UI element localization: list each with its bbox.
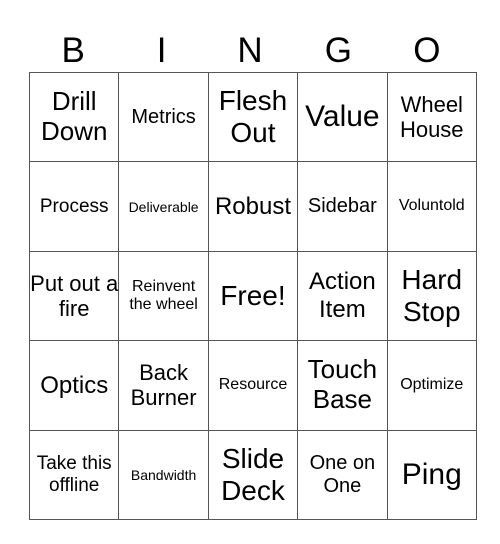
bingo-cell[interactable]: Wheel House bbox=[386, 71, 477, 163]
bingo-cell[interactable]: Robust bbox=[207, 161, 299, 252]
header-letter-o: O bbox=[413, 31, 441, 70]
bingo-cell[interactable]: Back Burner bbox=[118, 340, 209, 431]
bingo-cell[interactable]: Hard Stop bbox=[386, 250, 477, 342]
grid-row: Take this offline Bandwidth Slide Deck O… bbox=[28, 429, 477, 520]
grid-row: Put out a fire Reinvent the wheel Free! … bbox=[28, 250, 477, 342]
bingo-cell[interactable]: Value bbox=[297, 71, 388, 163]
bingo-grid: Drill Down Metrics Flesh Out Value Wheel… bbox=[28, 71, 477, 520]
grid-row: Drill Down Metrics Flesh Out Value Wheel… bbox=[28, 71, 477, 163]
bingo-cell[interactable]: Drill Down bbox=[28, 71, 120, 163]
free-space-cell[interactable]: Free! bbox=[207, 250, 299, 342]
bingo-cell[interactable]: Optimize bbox=[386, 340, 477, 431]
bingo-cell[interactable]: Touch Base bbox=[297, 340, 388, 431]
bingo-cell[interactable]: Put out a fire bbox=[28, 250, 120, 342]
bingo-cell[interactable]: Resource bbox=[207, 340, 299, 431]
bingo-cell[interactable]: Take this offline bbox=[28, 429, 120, 520]
bingo-cell[interactable]: Action Item bbox=[297, 250, 388, 342]
bingo-cell[interactable]: Reinvent the wheel bbox=[118, 250, 209, 342]
bingo-cell[interactable]: Deliverable bbox=[118, 161, 209, 252]
bingo-cell[interactable]: Process bbox=[28, 161, 120, 252]
bingo-cell[interactable]: One on One bbox=[297, 429, 388, 520]
header-letter-g: G bbox=[324, 31, 353, 70]
bingo-cell[interactable]: Metrics bbox=[118, 71, 209, 163]
grid-row: Process Deliverable Robust Sidebar Volun… bbox=[28, 161, 477, 252]
header-letter-n: N bbox=[237, 31, 263, 70]
bingo-cell[interactable]: Slide Deck bbox=[207, 429, 299, 520]
header-letter-i: I bbox=[156, 31, 167, 70]
bingo-cell[interactable]: Optics bbox=[28, 340, 120, 431]
header-letter-b: B bbox=[61, 31, 85, 70]
bingo-cell[interactable]: Voluntold bbox=[386, 161, 477, 252]
grid-row: Optics Back Burner Resource Touch Base O… bbox=[28, 340, 477, 431]
bingo-header: B I N G O bbox=[29, 30, 471, 72]
bingo-cell[interactable]: Ping bbox=[386, 429, 477, 520]
bingo-cell[interactable]: Flesh Out bbox=[207, 71, 299, 163]
bingo-cell[interactable]: Bandwidth bbox=[118, 429, 209, 520]
bingo-cell[interactable]: Sidebar bbox=[297, 161, 388, 252]
